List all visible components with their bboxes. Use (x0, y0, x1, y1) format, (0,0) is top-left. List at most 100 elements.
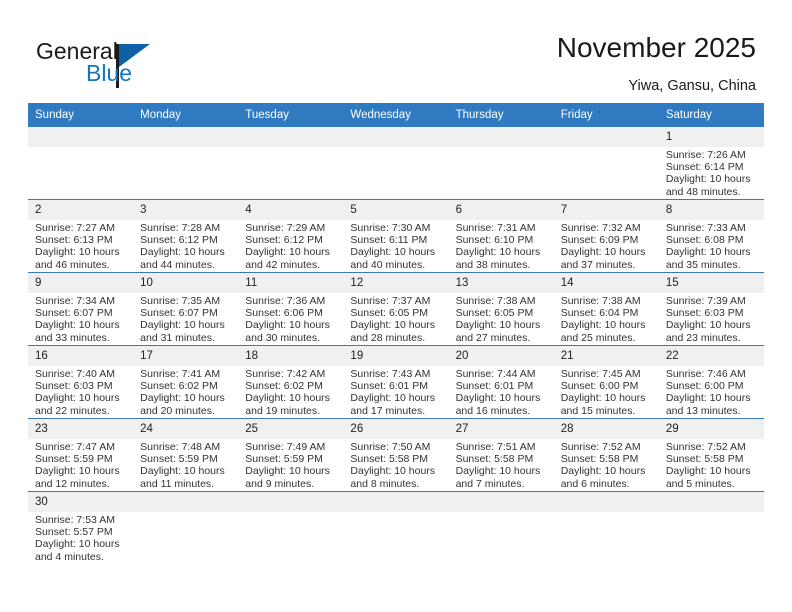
calendar-day-cell[interactable]: 16 Sunrise: 7:40 AM Sunset: 6:03 PM Dayligh… (28, 345, 134, 419)
day-cell-inner: 8 Sunrise: 7:33 AM Sunset: 6:08 PM Daylight… (658, 200, 764, 272)
day-number: 13 (448, 273, 554, 293)
calendar-day-cell[interactable]: 23 Sunrise: 7:47 AM Sunset: 5:59 PM Dayligh… (28, 418, 134, 492)
daylight-duration-line1: Daylight: 10 hours (665, 465, 751, 478)
calendar-day-cell[interactable]: 11 Sunrise: 7:36 AM Sunset: 6:06 PM Dayligh… (238, 272, 344, 346)
day-sun-info: Sunrise: 7:30 AM Sunset: 6:11 PM Daylight:… (343, 220, 448, 271)
day-cell-inner: 23 Sunrise: 7:47 AM Sunset: 5:59 PM Dayligh… (28, 419, 134, 491)
sunset-time: Sunset: 5:58 PM (665, 453, 744, 466)
sunset-time: Sunset: 6:02 PM (140, 380, 218, 393)
sunset-time: Sunset: 5:58 PM (560, 453, 639, 466)
sunset-time: Sunset: 6:10 PM (455, 234, 534, 247)
day-cell-inner: 28 Sunrise: 7:52 AM Sunset: 5:58 PM Dayligh… (553, 419, 659, 491)
sunset-time: Sunset: 6:13 PM (35, 234, 113, 247)
daylight-duration-line2: and 4 minutes. (35, 550, 104, 563)
calendar-day-cell[interactable]: 7 Sunrise: 7:32 AM Sunset: 6:09 PM Daylight… (553, 199, 659, 273)
sunrise-time: Sunrise: 7:38 AM (560, 295, 641, 307)
sunset-time: Sunset: 6:07 PM (140, 307, 218, 320)
calendar-day-cell[interactable]: 3 Sunrise: 7:28 AM Sunset: 6:12 PM Daylight… (133, 199, 239, 273)
calendar-day-cell[interactable]: 22 Sunrise: 7:46 AM Sunset: 6:00 PM Dayligh… (658, 345, 764, 419)
page-header: General Blue November 2025 Yiwa, Gansu, … (0, 0, 792, 103)
daylight-duration-line1: Daylight: 10 hours (140, 392, 225, 405)
day-cell-inner: 10 Sunrise: 7:35 AM Sunset: 6:07 PM Dayligh… (133, 273, 239, 345)
day-number: 23 (28, 419, 134, 439)
calendar-day-cell[interactable]: 14 Sunrise: 7:38 AM Sunset: 6:04 PM Dayligh… (553, 272, 659, 346)
day-number: 26 (343, 419, 449, 439)
calendar-day-cell[interactable]: 17 Sunrise: 7:41 AM Sunset: 6:02 PM Dayligh… (133, 345, 239, 419)
calendar-empty-cell (238, 491, 344, 577)
sunrise-time: Sunrise: 7:29 AM (245, 222, 326, 234)
calendar-day-cell[interactable]: 2 Sunrise: 7:27 AM Sunset: 6:13 PM Daylight… (28, 199, 134, 273)
daylight-duration-line1: Daylight: 10 hours (560, 319, 646, 332)
day-number: 24 (133, 419, 239, 439)
calendar-day-cell[interactable]: 27 Sunrise: 7:51 AM Sunset: 5:58 PM Dayligh… (448, 418, 554, 492)
day-sun-info: Sunrise: 7:49 AM Sunset: 5:59 PM Daylight:… (238, 439, 343, 490)
calendar-day-cell[interactable]: 4 Sunrise: 7:29 AM Sunset: 6:12 PM Daylight… (238, 199, 344, 273)
day-number: 27 (448, 419, 554, 439)
day-number: 18 (238, 346, 344, 366)
calendar-day-cell[interactable]: 5 Sunrise: 7:30 AM Sunset: 6:11 PM Daylight… (343, 199, 449, 273)
day-number: 4 (238, 200, 344, 220)
sunrise-time: Sunrise: 7:32 AM (560, 222, 641, 234)
sunset-time: Sunset: 6:04 PM (560, 307, 639, 320)
sunrise-time: Sunrise: 7:28 AM (140, 222, 221, 234)
daylight-duration-line2: and 8 minutes. (350, 477, 420, 490)
day-cell-inner: 29 Sunrise: 7:52 AM Sunset: 5:58 PM Dayligh… (658, 419, 764, 491)
day-cell-inner: 5 Sunrise: 7:30 AM Sunset: 6:11 PM Daylight… (343, 200, 449, 272)
sunrise-time: Sunrise: 7:40 AM (35, 368, 115, 380)
day-number (133, 127, 239, 147)
calendar-day-cell[interactable]: 21 Sunrise: 7:45 AM Sunset: 6:00 PM Dayligh… (553, 345, 659, 419)
calendar-day-cell[interactable]: 29 Sunrise: 7:52 AM Sunset: 5:58 PM Dayligh… (658, 418, 764, 492)
daylight-duration-line1: Daylight: 10 hours (455, 246, 541, 259)
day-number: 19 (343, 346, 449, 366)
day-cell-inner: 20 Sunrise: 7:44 AM Sunset: 6:01 PM Dayligh… (448, 346, 554, 418)
daylight-duration-line1: Daylight: 10 hours (560, 392, 646, 405)
calendar-day-cell[interactable]: 18 Sunrise: 7:42 AM Sunset: 6:02 PM Dayligh… (238, 345, 344, 419)
day-number (238, 492, 344, 512)
day-number: 8 (658, 200, 764, 220)
calendar-day-cell[interactable]: 13 Sunrise: 7:38 AM Sunset: 6:05 PM Dayligh… (448, 272, 554, 346)
calendar-day-cell[interactable]: 24 Sunrise: 7:48 AM Sunset: 5:59 PM Dayligh… (133, 418, 239, 492)
sunset-time: Sunset: 6:01 PM (455, 380, 534, 393)
day-number (658, 492, 764, 512)
calendar-day-cell[interactable]: 25 Sunrise: 7:49 AM Sunset: 5:59 PM Dayligh… (238, 418, 344, 492)
calendar-day-cell[interactable]: 19 Sunrise: 7:43 AM Sunset: 6:01 PM Dayligh… (343, 345, 449, 419)
calendar-day-cell[interactable]: 10 Sunrise: 7:35 AM Sunset: 6:07 PM Dayligh… (133, 272, 239, 346)
day-number (448, 492, 554, 512)
calendar-day-cell[interactable]: 15 Sunrise: 7:39 AM Sunset: 6:03 PM Dayligh… (658, 272, 764, 346)
calendar-week-row: 30 Sunrise: 7:53 AM Sunset: 5:57 PM Dayligh… (28, 491, 764, 577)
calendar-day-cell[interactable]: 8 Sunrise: 7:33 AM Sunset: 6:08 PM Daylight… (658, 199, 764, 273)
calendar-day-cell[interactable]: 12 Sunrise: 7:37 AM Sunset: 6:05 PM Dayligh… (343, 272, 449, 346)
daylight-duration-line1: Daylight: 10 hours (35, 465, 120, 478)
daylight-duration-line1: Daylight: 10 hours (350, 392, 436, 405)
daylight-duration-line1: Daylight: 10 hours (665, 392, 751, 405)
day-sun-info: Sunrise: 7:53 AM Sunset: 5:57 PM Daylight:… (28, 512, 133, 563)
daylight-duration-line1: Daylight: 10 hours (245, 246, 330, 259)
day-sun-info: Sunrise: 7:38 AM Sunset: 6:04 PM Daylight:… (554, 293, 659, 344)
weekday-header-thursday: Thursday (448, 103, 554, 127)
day-sun-info: Sunrise: 7:39 AM Sunset: 6:03 PM Daylight:… (659, 293, 764, 344)
calendar-day-cell[interactable]: 6 Sunrise: 7:31 AM Sunset: 6:10 PM Daylight… (448, 199, 554, 273)
sunset-time: Sunset: 6:00 PM (560, 380, 639, 393)
sunset-time: Sunset: 6:05 PM (350, 307, 429, 320)
day-cell-inner: 14 Sunrise: 7:38 AM Sunset: 6:04 PM Dayligh… (553, 273, 659, 345)
calendar-day-cell[interactable]: 9 Sunrise: 7:34 AM Sunset: 6:07 PM Daylight… (28, 272, 134, 346)
day-cell-inner: 9 Sunrise: 7:34 AM Sunset: 6:07 PM Daylight… (28, 273, 134, 345)
daylight-duration-line1: Daylight: 10 hours (455, 465, 541, 478)
day-cell-inner: 11 Sunrise: 7:36 AM Sunset: 6:06 PM Dayligh… (238, 273, 344, 345)
calendar-day-cell[interactable]: 26 Sunrise: 7:50 AM Sunset: 5:58 PM Dayligh… (343, 418, 449, 492)
day-sun-info: Sunrise: 7:40 AM Sunset: 6:03 PM Daylight:… (28, 366, 133, 417)
day-sun-info: Sunrise: 7:43 AM Sunset: 6:01 PM Daylight:… (343, 366, 448, 417)
sunset-time: Sunset: 6:12 PM (140, 234, 218, 247)
calendar-day-cell[interactable]: 20 Sunrise: 7:44 AM Sunset: 6:01 PM Dayligh… (448, 345, 554, 419)
calendar-day-cell[interactable]: 30 Sunrise: 7:53 AM Sunset: 5:57 PM Dayligh… (28, 491, 134, 577)
day-number: 28 (553, 419, 659, 439)
day-number: 1 (658, 127, 764, 147)
calendar-day-cell[interactable]: 1 Sunrise: 7:26 AM Sunset: 6:14 PM Daylight… (658, 127, 764, 200)
daylight-duration-line2: and 40 minutes. (350, 258, 426, 271)
calendar-day-cell[interactable]: 28 Sunrise: 7:52 AM Sunset: 5:58 PM Dayligh… (553, 418, 659, 492)
day-number (553, 127, 659, 147)
weekday-header-monday: Monday (133, 103, 239, 127)
sunrise-time: Sunrise: 7:38 AM (455, 295, 536, 307)
daylight-duration-line1: Daylight: 10 hours (350, 246, 436, 259)
sunset-time: Sunset: 6:07 PM (35, 307, 113, 320)
